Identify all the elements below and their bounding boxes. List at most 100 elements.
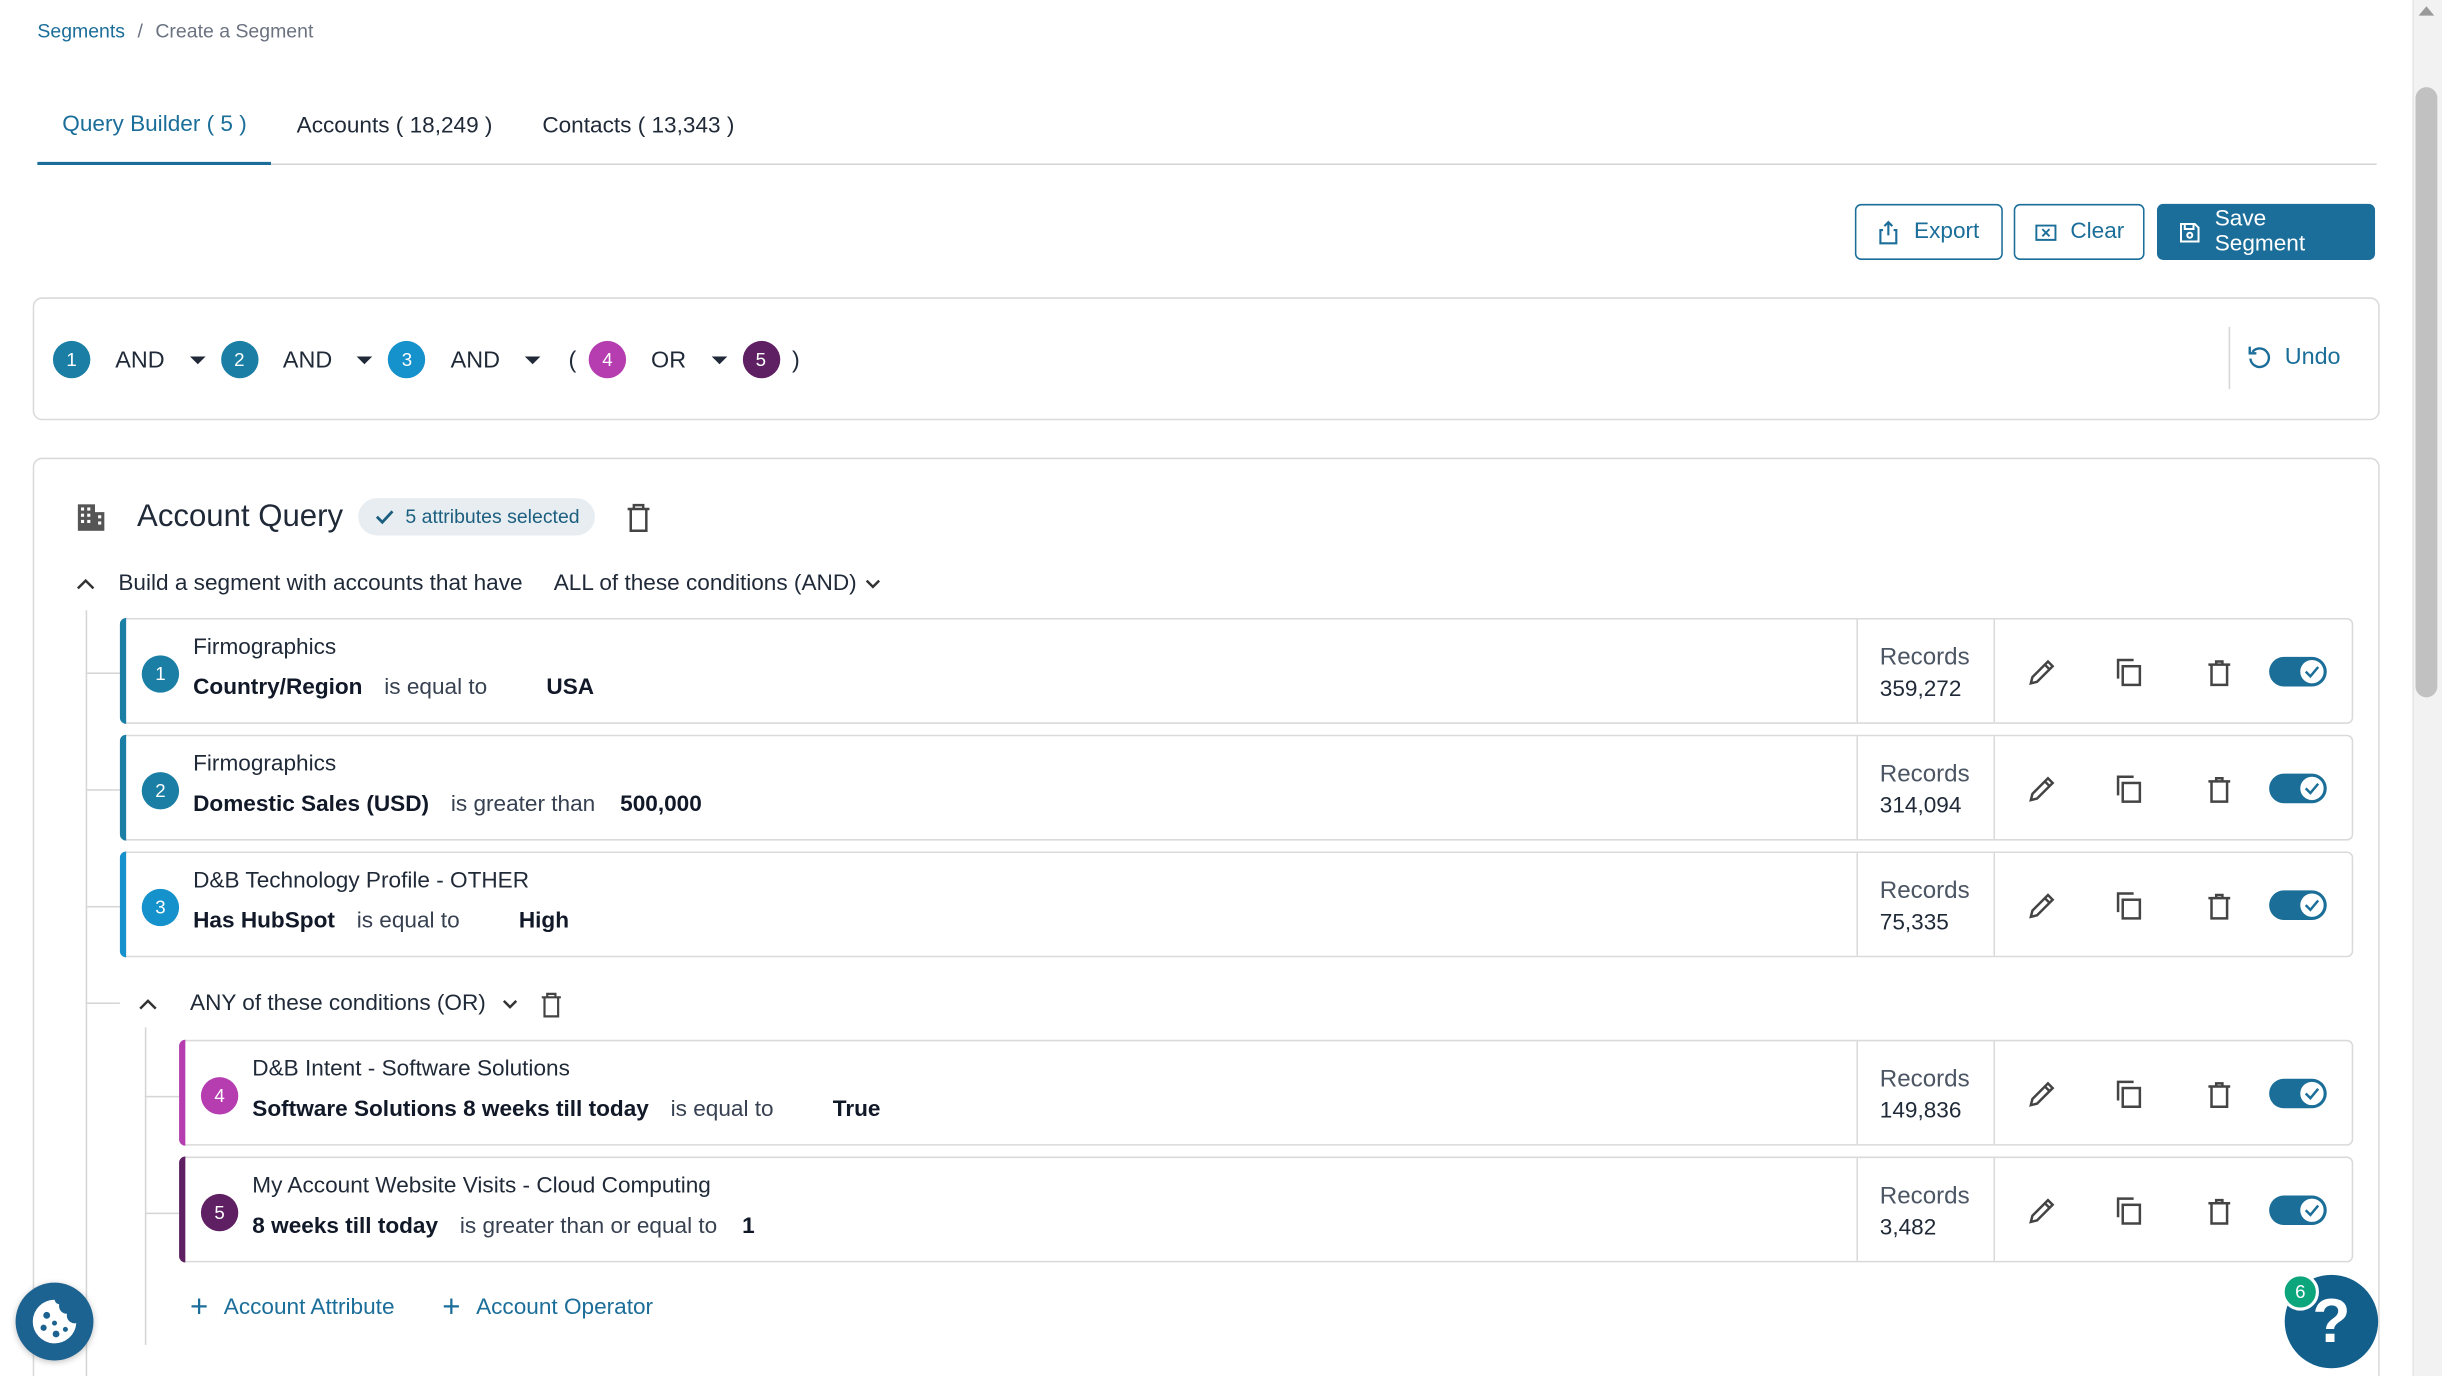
copy-icon[interactable] — [2113, 1195, 2144, 1226]
plus-icon: + — [190, 1290, 209, 1325]
add-account-attribute-link[interactable]: + Account Attribute — [190, 1292, 395, 1323]
records-count: 75,335 — [1879, 910, 1949, 936]
expression-operator-4[interactable]: OR — [651, 346, 727, 373]
records-divider — [1856, 736, 1858, 840]
caret-down-icon — [710, 355, 727, 364]
copy-icon[interactable] — [2113, 774, 2144, 805]
plus-icon: + — [442, 1290, 461, 1325]
build-segment-prefix: Build a segment with accounts that have — [118, 571, 523, 597]
undo-button[interactable]: Undo — [2246, 344, 2341, 370]
condition-rule[interactable]: Software Solutions 8 weeks till today is… — [252, 1097, 880, 1122]
attributes-selected-label: 5 attributes selected — [405, 505, 580, 528]
expression-operator-2[interactable]: AND — [282, 346, 373, 373]
toggle-knob — [2298, 658, 2326, 685]
records-count: 3,482 — [1879, 1215, 1937, 1241]
delete-trash-icon[interactable] — [2204, 657, 2235, 688]
expression-bar: 1 AND 2 AND 3 AND ( 4 OR 5 ) Undo — [32, 297, 2380, 421]
delete-trash-icon[interactable] — [2204, 1195, 2235, 1226]
condition-category: D&B Technology Profile - OTHER — [193, 868, 530, 894]
tree-branch-5 — [144, 1212, 180, 1215]
save-segment-label: Save Segment — [2214, 207, 2306, 257]
operator-label: OR — [651, 346, 687, 373]
delete-trash-icon[interactable] — [2204, 1079, 2235, 1110]
expression-operator-3[interactable]: AND — [451, 346, 541, 373]
enable-toggle[interactable] — [2269, 773, 2327, 804]
expression-badge-3: 3 — [388, 340, 426, 379]
enable-toggle[interactable] — [2269, 1078, 2327, 1109]
cookie-settings-button[interactable] — [15, 1282, 94, 1361]
breadcrumb-segments-link[interactable]: Segments — [37, 20, 125, 42]
condition-attribute: Has HubSpot — [193, 909, 335, 934]
condition-rule[interactable]: Domestic Sales (USD) is greater than 500… — [193, 792, 702, 817]
expression-badge-5: 5 — [742, 340, 780, 379]
build-segment-row: Build a segment with accounts that have … — [75, 568, 882, 599]
delete-group-trash-icon[interactable] — [540, 991, 562, 1017]
group-mode-label: ANY of these conditions (OR) — [190, 991, 486, 1017]
condition-row-2: 2 Firmographics Domestic Sales (USD) is … — [119, 734, 2354, 841]
condition-attribute: Domestic Sales (USD) — [193, 792, 430, 818]
condition-rule[interactable]: Country/Region is equal to USA — [193, 676, 594, 701]
edit-pencil-icon[interactable] — [2026, 657, 2057, 688]
expression-operator-1[interactable]: AND — [115, 346, 206, 373]
collapse-chevron-up-icon[interactable] — [137, 996, 159, 1012]
copy-icon[interactable] — [2113, 1079, 2144, 1110]
records-divider — [1856, 619, 1858, 723]
copy-icon[interactable] — [2113, 890, 2144, 921]
delete-trash-icon[interactable] — [2204, 890, 2235, 921]
condition-number-badge: 2 — [141, 772, 180, 810]
tab-accounts[interactable]: Accounts ( 18,249 ) — [272, 87, 518, 165]
enable-toggle[interactable] — [2269, 890, 2327, 920]
condition-operator: is greater than — [450, 792, 596, 818]
records-label: Records — [1879, 1066, 1970, 1093]
export-button[interactable]: Export — [1854, 203, 2003, 260]
condition-accent — [119, 734, 127, 841]
condition-value: 1 — [742, 1214, 755, 1240]
edit-pencil-icon[interactable] — [2026, 1195, 2057, 1226]
export-icon — [1879, 219, 1898, 244]
condition-value: True — [832, 1097, 881, 1123]
delete-query-trash-icon[interactable] — [626, 502, 651, 532]
enable-toggle[interactable] — [2269, 1195, 2327, 1226]
caret-down-icon — [357, 355, 373, 364]
tree-line-group — [144, 1027, 147, 1345]
clear-icon — [2035, 223, 2057, 241]
add-account-operator-label: Account Operator — [476, 1295, 654, 1320]
condition-operator: is equal to — [356, 909, 460, 934]
scroll-up-arrow-icon[interactable] — [2418, 6, 2435, 16]
records-divider — [1856, 1158, 1858, 1261]
toggle-knob — [2298, 891, 2326, 919]
operator-label: AND — [282, 346, 333, 373]
condition-rule[interactable]: 8 weeks till today is greater than or eq… — [252, 1214, 754, 1239]
chevron-down-icon — [865, 579, 881, 589]
close-paren: ) — [791, 346, 800, 373]
copy-icon[interactable] — [2113, 657, 2144, 688]
edit-pencil-icon[interactable] — [2026, 890, 2057, 921]
edit-pencil-icon[interactable] — [2026, 1079, 2057, 1110]
expression-badge-4: 4 — [588, 340, 627, 379]
condition-accent — [179, 1156, 186, 1263]
condition-category: Firmographics — [193, 635, 337, 660]
tab-query-builder[interactable]: Query Builder ( 5 ) — [37, 87, 272, 165]
tree-branch-group — [85, 1002, 120, 1005]
check-icon — [2304, 899, 2320, 912]
condition-category: My Account Website Visits - Cloud Comput… — [252, 1173, 711, 1199]
condition-rule[interactable]: Has HubSpot is equal to High — [193, 909, 569, 934]
delete-trash-icon[interactable] — [2204, 774, 2235, 805]
condition-row-5: 5 My Account Website Visits - Cloud Comp… — [179, 1156, 2354, 1263]
add-account-operator-link[interactable]: + Account Operator — [442, 1292, 653, 1323]
clear-button[interactable]: Clear — [2013, 203, 2145, 260]
group-mode-dropdown[interactable]: ANY of these conditions (OR) — [190, 991, 519, 1017]
breadcrumb-current: Create a Segment — [155, 20, 314, 43]
records-label: Records — [1879, 1183, 1970, 1210]
condition-mode-dropdown[interactable]: ALL of these conditions (AND) — [554, 571, 882, 596]
edit-pencil-icon[interactable] — [2026, 774, 2057, 805]
collapse-chevron-up-icon[interactable] — [75, 576, 97, 592]
enable-toggle[interactable] — [2269, 656, 2327, 687]
save-segment-button[interactable]: Save Segment — [2156, 203, 2376, 260]
scrollbar-thumb[interactable] — [2415, 87, 2438, 698]
condition-row-4: 4 D&B Intent - Software Solutions Softwa… — [179, 1039, 2354, 1146]
condition-category: D&B Intent - Software Solutions — [252, 1056, 570, 1082]
tab-contacts[interactable]: Contacts ( 13,343 ) — [517, 87, 759, 165]
or-group-row: ANY of these conditions (OR) — [137, 988, 562, 1019]
toggle-knob — [2298, 1080, 2326, 1107]
